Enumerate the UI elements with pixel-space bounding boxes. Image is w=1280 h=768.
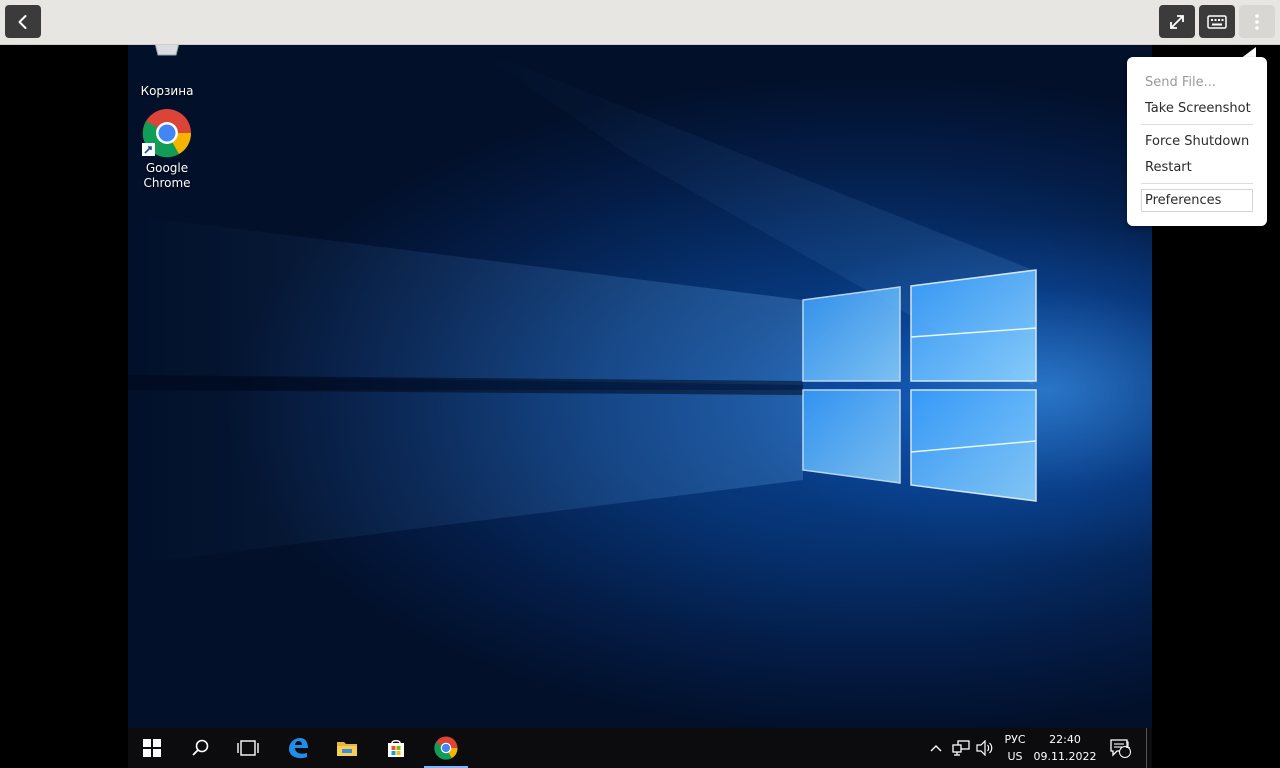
desktop-icon-label: Google Chrome <box>143 161 191 190</box>
notification-count-badge: 1 <box>1125 741 1131 751</box>
action-center-button[interactable]: 1 <box>1104 728 1136 768</box>
desktop-icon-label: Корзина <box>140 84 194 98</box>
recycle-bin-icon <box>142 45 192 85</box>
menu-item-preferences[interactable]: Preferences <box>1145 193 1221 208</box>
clock-date: 09.11.2022 <box>1033 750 1097 763</box>
menu-separator <box>1141 124 1253 125</box>
edge-icon <box>289 738 308 759</box>
taskbar-file-explorer[interactable] <box>327 728 367 768</box>
search-icon <box>192 739 209 756</box>
windows-taskbar: РУС US 22:40 09.11.2022 1 <box>128 728 1152 768</box>
start-button[interactable] <box>132 728 172 768</box>
language-code: РУС <box>1004 733 1026 746</box>
viewer-toolbar <box>0 0 1280 45</box>
expand-icon <box>1170 14 1184 29</box>
desktop-icon-recycle-bin[interactable]: Корзина <box>128 45 206 99</box>
volume-button[interactable] <box>974 728 996 768</box>
remote-desktop-screen[interactable]: Корзина Google Chrome РУС US 22:40 09.11… <box>128 45 1152 768</box>
taskbar-store[interactable] <box>376 728 416 768</box>
menu-item-send-file: Send File... <box>1145 75 1217 90</box>
keyboard-icon <box>1207 14 1227 29</box>
show-hidden-icons-button[interactable] <box>926 728 946 768</box>
desktop-icon-google-chrome[interactable]: Google Chrome <box>128 108 206 191</box>
menu-separator <box>1141 183 1253 184</box>
chevron-left-icon <box>18 14 27 29</box>
menu-item-take-screenshot[interactable]: Take Screenshot <box>1145 101 1251 116</box>
options-menu: Send File... Take Screenshot Force Shutd… <box>1127 57 1267 226</box>
show-desktop-divider <box>1146 728 1147 768</box>
keyboard-button[interactable] <box>1199 5 1235 38</box>
store-icon <box>388 740 404 757</box>
clock-time: 22:40 <box>1049 733 1081 746</box>
file-explorer-icon <box>337 742 357 756</box>
kebab-menu-icon <box>1255 13 1259 30</box>
task-view-button[interactable] <box>228 728 268 768</box>
chrome-icon <box>142 108 192 158</box>
back-button[interactable] <box>5 5 41 38</box>
windows-start-icon <box>143 739 161 757</box>
menu-item-restart[interactable]: Restart <box>1145 160 1192 175</box>
taskbar-chrome[interactable] <box>426 728 466 768</box>
network-button[interactable] <box>950 728 972 768</box>
fullscreen-button[interactable] <box>1159 5 1195 38</box>
network-icon <box>952 740 970 756</box>
keyboard-layout: US <box>1007 750 1023 763</box>
chrome-icon <box>434 736 458 760</box>
chevron-up-icon <box>930 745 942 752</box>
taskbar-edge[interactable] <box>278 728 318 768</box>
volume-icon <box>976 740 993 756</box>
windows-wallpaper <box>128 45 1037 565</box>
task-view-icon <box>237 740 259 756</box>
search-button[interactable] <box>180 728 220 768</box>
clock[interactable]: 22:40 09.11.2022 <box>1033 728 1097 768</box>
input-language-indicator[interactable]: РУС US <box>999 728 1031 768</box>
more-menu-button[interactable] <box>1239 5 1275 38</box>
menu-item-force-shutdown[interactable]: Force Shutdown <box>1145 134 1249 149</box>
